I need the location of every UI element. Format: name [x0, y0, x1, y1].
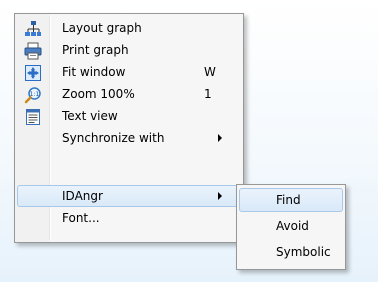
- menu-item-idangr[interactable]: IDAngr: [17, 185, 241, 207]
- menu-item-shortcut: W: [204, 65, 216, 79]
- svg-text:1:1: 1:1: [30, 91, 40, 98]
- idangr-submenu: Find Avoid Symbolic: [236, 184, 346, 270]
- menu-item-shortcut: 1: [204, 87, 212, 101]
- submenu-arrow-icon: [218, 192, 222, 200]
- menu-item-text-view[interactable]: Text view: [17, 105, 241, 127]
- submenu-item-find[interactable]: Find: [239, 188, 343, 212]
- menu-item-layout-graph[interactable]: Layout graph: [17, 17, 241, 39]
- menu-item-label: IDAngr: [62, 189, 103, 203]
- zoom-icon: 1:1: [24, 87, 41, 104]
- submenu-item-avoid[interactable]: Avoid: [239, 214, 343, 238]
- menu-item-print-graph[interactable]: Print graph: [17, 39, 241, 61]
- printer-icon: [24, 42, 42, 60]
- menu-item-label: Zoom 100%: [62, 87, 135, 101]
- text-view-icon: [26, 109, 40, 125]
- menu-item-label: Print graph: [62, 43, 129, 57]
- menu-item-zoom-100[interactable]: 1:1 Zoom 100% 1: [17, 83, 241, 105]
- menu-item-label: Text view: [62, 109, 118, 123]
- menu-item-font[interactable]: Font...: [17, 207, 241, 229]
- menu-item-synchronize-with[interactable]: Synchronize with: [17, 127, 241, 149]
- submenu-item-label: Avoid: [276, 219, 309, 233]
- menu-item-label: Synchronize with: [62, 131, 165, 145]
- layout-graph-icon: [25, 21, 41, 36]
- menu-item-label: Layout graph: [62, 21, 142, 35]
- fit-window-icon: [25, 65, 41, 81]
- menu-item-fit-window[interactable]: Fit window W: [17, 61, 241, 83]
- submenu-arrow-icon: [218, 134, 222, 142]
- context-menu: Layout graph Print graph Fit window W 1:…: [14, 13, 244, 243]
- menu-item-label: Font...: [62, 211, 100, 225]
- menu-item-label: Fit window: [62, 65, 126, 79]
- submenu-item-label: Symbolic: [276, 245, 331, 259]
- desktop-background: Layout graph Print graph Fit window W 1:…: [0, 0, 378, 282]
- submenu-item-symbolic[interactable]: Symbolic: [239, 240, 343, 264]
- submenu-item-label: Find: [276, 193, 301, 207]
